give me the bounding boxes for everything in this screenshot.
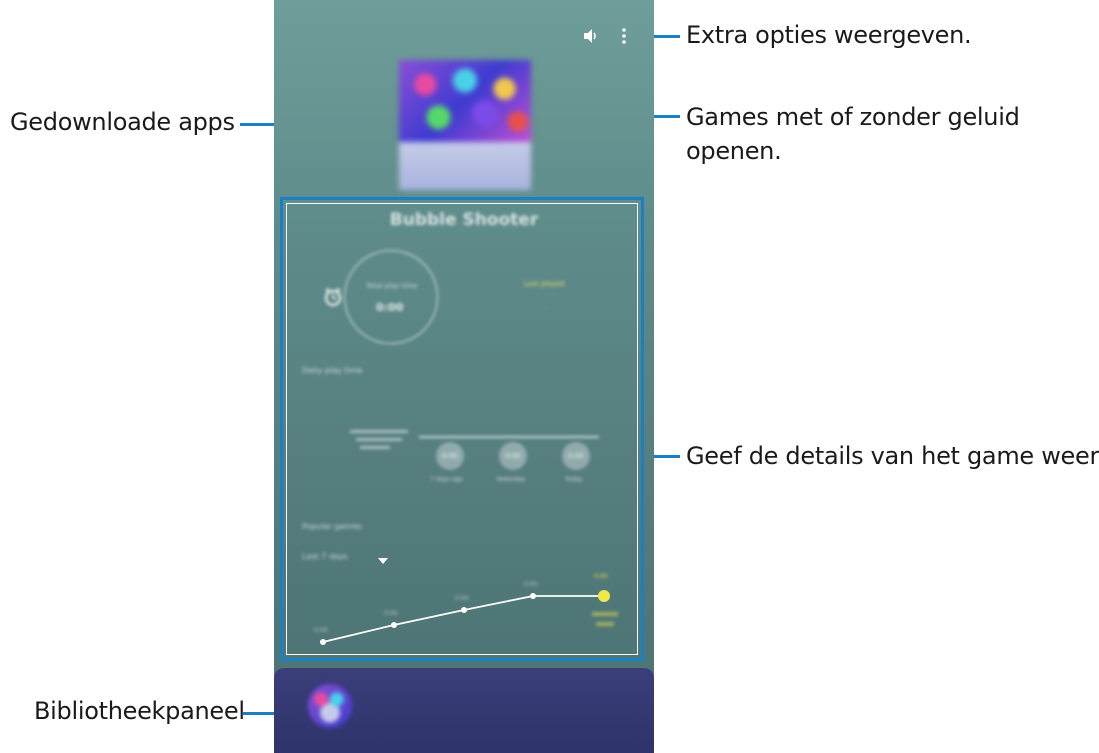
chart-point [461, 607, 467, 613]
section-play-time: Daily play time [302, 366, 363, 375]
chart-point-label: 0:00 [524, 581, 538, 588]
alarm-clock-icon [322, 286, 344, 308]
last-played-value: - [545, 304, 548, 312]
library-app-icon[interactable] [308, 684, 352, 728]
daily-bubble-label: 7 days ago [430, 476, 463, 483]
library-panel[interactable] [274, 668, 654, 753]
downloaded-app-artwork[interactable] [399, 60, 531, 190]
chart-point [530, 593, 536, 599]
library-panel-callout: Bibliotheekpaneel [34, 697, 245, 725]
game-launcher-screen: Bubble Shooter Total play time 0:00 Last… [274, 0, 654, 753]
chart-point-current [598, 590, 610, 602]
daily-bubble: 0:00 [562, 442, 590, 470]
play-time-ring [344, 250, 438, 344]
more-options-icon[interactable] [620, 27, 628, 45]
play-time-line-chart: 0:00 0:00 0:00 0:00 0:00 [314, 573, 618, 645]
sound-callout-line2: openen. [686, 137, 782, 165]
last-played-label: Last played [524, 280, 565, 288]
extra-options-callout: Extra opties weergeven. [686, 21, 972, 49]
chart-point-label: 0:00 [384, 610, 398, 617]
chart-point [391, 622, 397, 628]
details-callout: Geef de details van het game weer. [686, 442, 1099, 470]
daily-bubble-label: Today [565, 476, 583, 483]
chart-point-label: 0:00 [455, 595, 469, 602]
daily-bubble: 0:00 [436, 442, 464, 470]
daily-bubble-label: Yesterday [496, 476, 526, 483]
play-time-label: Total play time [366, 282, 418, 290]
daily-play-axis-label [350, 428, 410, 454]
section-genres: Popular genres [302, 522, 362, 531]
daily-play-bar [419, 436, 599, 438]
chart-point-label: 0:00 [314, 627, 328, 634]
game-title: Bubble Shooter [389, 210, 539, 230]
sound-callout-line1: Games met of zonder geluid [686, 103, 1020, 131]
daily-bubble: 0:00 [499, 442, 527, 470]
chart-point-label: 0:00 [594, 573, 608, 580]
chart-point [320, 639, 326, 645]
play-time-value: 0:00 [376, 301, 404, 314]
downloaded-apps-callout: Gedownloade apps [10, 108, 235, 136]
speaker-icon[interactable] [581, 26, 601, 46]
